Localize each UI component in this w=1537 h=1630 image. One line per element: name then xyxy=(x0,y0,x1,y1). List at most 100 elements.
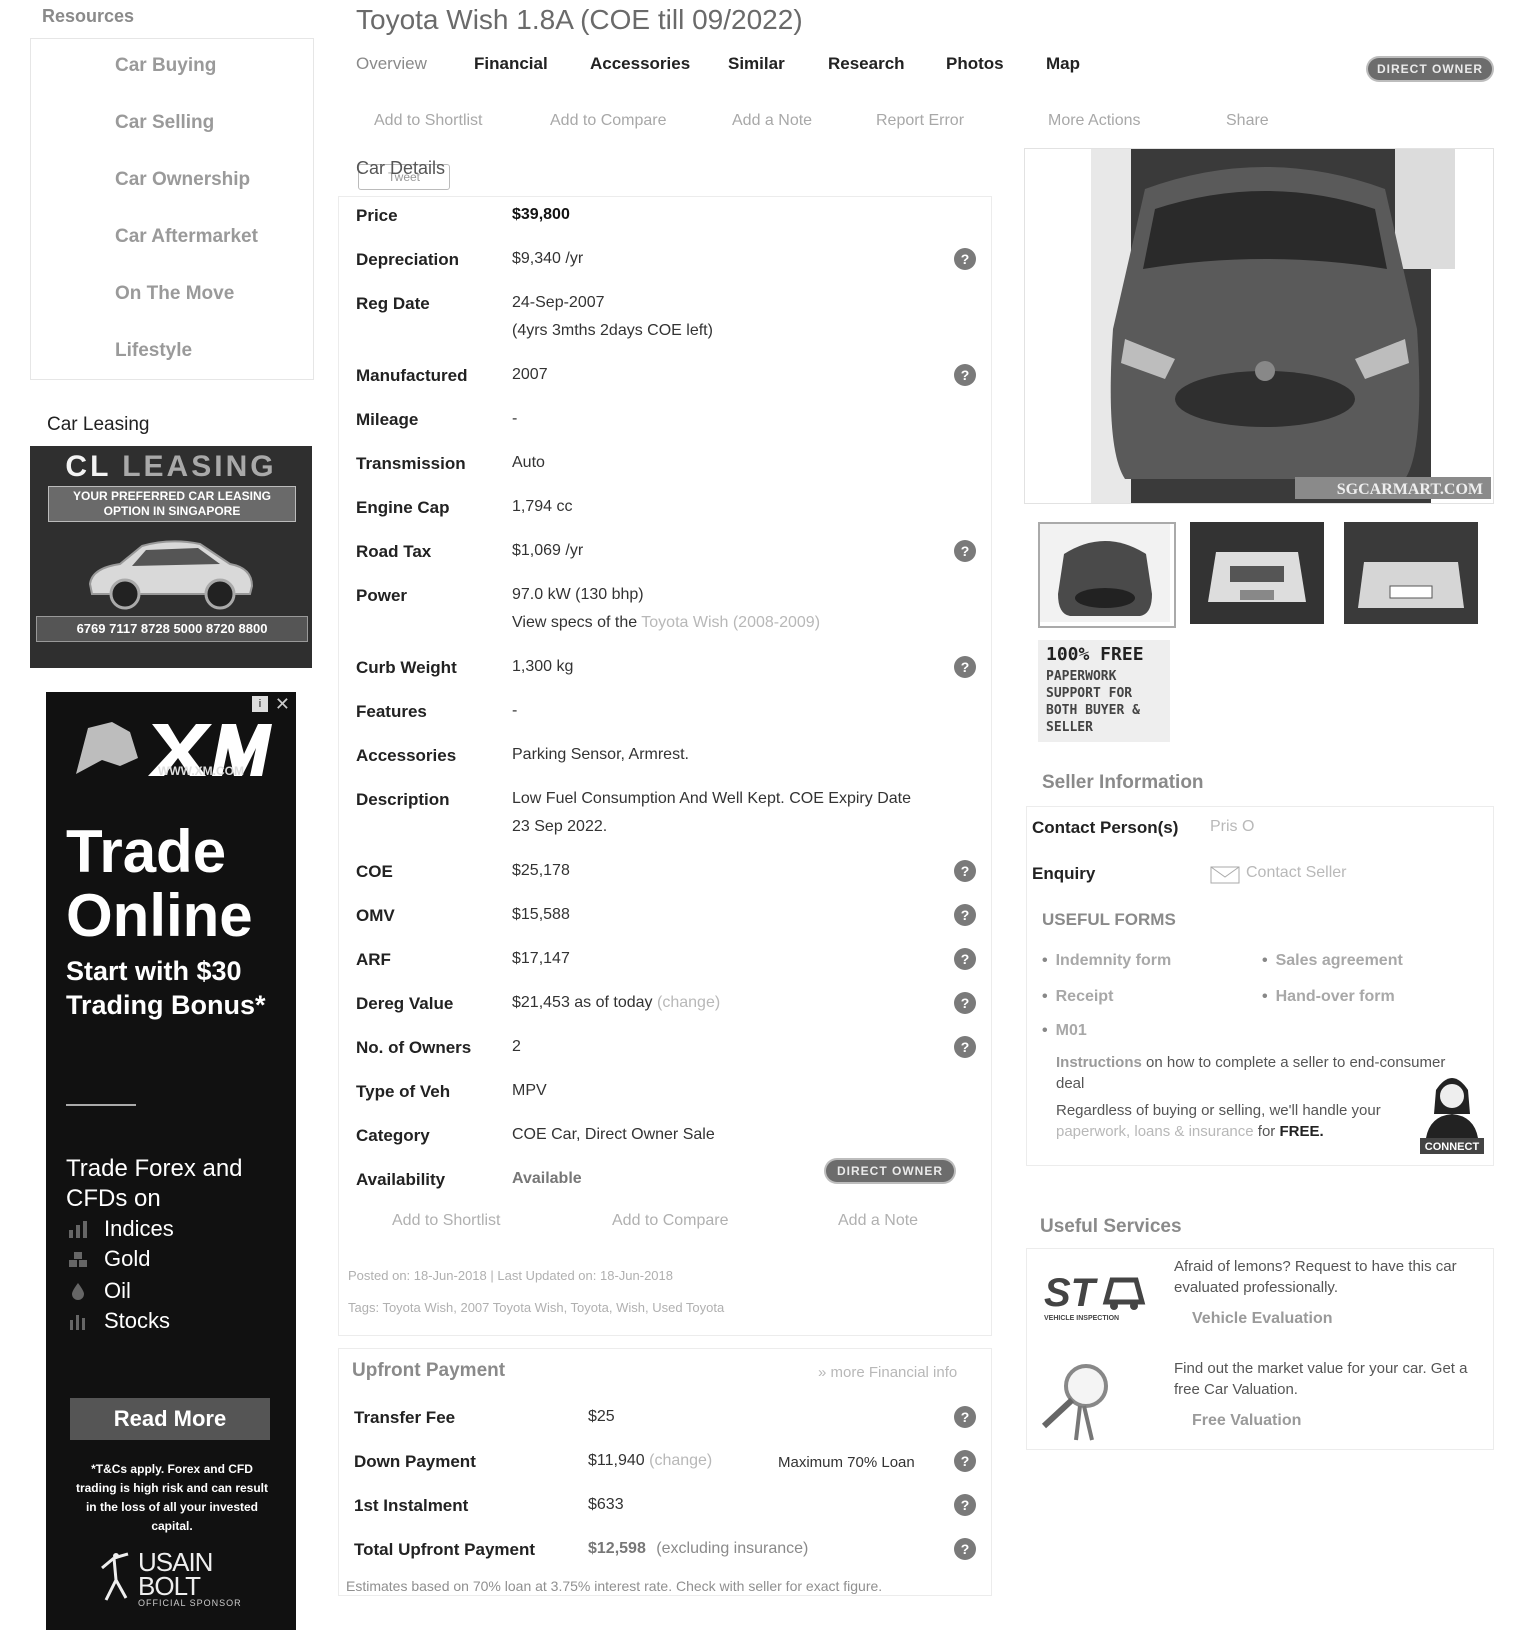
sidebar-item-on-the-move[interactable]: On The Move xyxy=(115,283,234,305)
curb-weight-value: 1,300 kg xyxy=(512,658,574,675)
curb-weight-label: Curb Weight xyxy=(356,658,457,677)
help-icon[interactable]: ? xyxy=(954,1036,976,1058)
omv-label: OMV xyxy=(356,906,395,925)
instructions-link[interactable]: Instructions xyxy=(1056,1054,1142,1071)
add-note-link[interactable]: Add a Note xyxy=(838,1212,918,1230)
cl-leasing-logo: CL LEASING xyxy=(65,450,277,483)
help-icon[interactable]: ? xyxy=(954,364,976,386)
help-icon[interactable]: ? xyxy=(954,904,976,926)
manufactured-label: Manufactured xyxy=(356,366,468,385)
down-payment-label: Down Payment xyxy=(354,1452,476,1471)
hand-over-form-link[interactable]: • Hand-over form xyxy=(1262,988,1395,1006)
total-upfront-value: $12,598 (excluding insurance) xyxy=(588,1540,809,1557)
help-icon[interactable]: ? xyxy=(954,248,976,270)
share-link[interactable]: Share xyxy=(1226,112,1269,130)
tab-research[interactable]: Research xyxy=(828,54,905,74)
paperwork-promo-text: Regardless of buying or selling, we'll h… xyxy=(1056,1102,1381,1140)
agent-avatar[interactable]: CONNECT xyxy=(1416,1068,1488,1156)
sidebar-item-car-ownership[interactable]: Car Ownership xyxy=(115,169,250,191)
sales-agreement-link[interactable]: • Sales agreement xyxy=(1262,952,1403,970)
vehicle-evaluation-link[interactable]: Vehicle Evaluation xyxy=(1192,1310,1333,1328)
description-value: Low Fuel Consumption And Well Kept. COE … xyxy=(512,790,911,807)
contact-seller-link[interactable]: Contact Seller xyxy=(1246,864,1347,882)
contact-person-value: Pris O xyxy=(1210,818,1255,835)
more-actions-link[interactable]: More Actions xyxy=(1048,112,1140,130)
free-valuation-link[interactable]: Free Valuation xyxy=(1192,1412,1301,1430)
evaluation-description: Afraid of lemons? Request to have this c… xyxy=(1174,1258,1457,1296)
availability-value: Available xyxy=(512,1170,582,1187)
owners-label: No. of Owners xyxy=(356,1038,472,1057)
xm-disclaimer: *T&Cs apply. Forex and CFD trading is hi… xyxy=(75,1462,269,1533)
xm-trading-ad[interactable]: i ✕ WWW.XM.COM Trade Online Start with $… xyxy=(46,692,296,1630)
sidebar-item-car-buying[interactable]: Car Buying xyxy=(115,55,216,77)
transmission-value: Auto xyxy=(512,454,545,471)
description-label: Description xyxy=(356,790,450,809)
sta-inspection-logo: ST VEHICLE INSPECTION xyxy=(1042,1268,1148,1322)
enquiry-label: Enquiry xyxy=(1032,864,1096,883)
engine-cap-value: 1,794 cc xyxy=(512,498,573,515)
receipt-link[interactable]: • Receipt xyxy=(1042,988,1113,1006)
help-icon[interactable]: ? xyxy=(954,1538,976,1560)
down-payment-change-link[interactable]: (change) xyxy=(649,1452,712,1469)
usain-bolt-pose-icon xyxy=(101,1552,129,1601)
tab-photos[interactable]: Photos xyxy=(946,54,1004,74)
indemnity-form-link[interactable]: • Indemnity form xyxy=(1042,952,1171,970)
paperwork-loans-insurance-link[interactable]: paperwork, loans & insurance xyxy=(1056,1123,1254,1140)
sidebar-item-lifestyle[interactable]: Lifestyle xyxy=(115,340,192,362)
m01-link[interactable]: • M01 xyxy=(1042,1022,1087,1040)
toyota-wish-specs-link[interactable]: Toyota Wish (2008-2009) xyxy=(641,614,820,631)
help-icon[interactable]: ? xyxy=(954,540,976,562)
help-icon[interactable]: ? xyxy=(954,656,976,678)
free-paperwork-badge[interactable]: 100% FREE PAPERWORK SUPPORT FOR BOTH BUY… xyxy=(1038,640,1170,742)
stocks-icon xyxy=(70,1315,85,1330)
sidebar-item-car-aftermarket[interactable]: Car Aftermarket xyxy=(115,226,258,248)
sidebar-item-car-selling[interactable]: Car Selling xyxy=(115,112,214,134)
official-sponsor-text: OFFICIAL SPONSOR xyxy=(138,1598,242,1608)
read-more-button[interactable]: Read More xyxy=(70,1398,270,1440)
tab-similar[interactable]: Similar xyxy=(728,54,785,74)
help-icon[interactable]: ? xyxy=(954,1406,976,1428)
more-financial-info-link[interactable]: » more Financial info xyxy=(818,1364,957,1381)
features-value: - xyxy=(512,702,518,719)
help-icon[interactable]: ? xyxy=(954,1494,976,1516)
main-car-photo[interactable]: SGCARMART.COM xyxy=(1024,148,1494,504)
add-to-shortlist-link[interactable]: Add to Shortlist xyxy=(374,112,483,130)
vehicle-type-link[interactable]: MPV xyxy=(512,1082,547,1100)
direct-owner-badge: DIRECT OWNER xyxy=(826,1160,954,1182)
close-icon[interactable]: ✕ xyxy=(275,694,290,715)
add-to-compare-link[interactable]: Add to Compare xyxy=(550,112,667,130)
market-gold: Gold xyxy=(104,1246,151,1271)
help-icon[interactable]: ? xyxy=(954,1450,976,1472)
category-link[interactable]: COE Car, Direct Owner Sale xyxy=(512,1126,715,1144)
useful-forms-heading: USEFUL FORMS xyxy=(1042,910,1176,929)
tab-financial[interactable]: Financial xyxy=(474,54,548,74)
help-icon[interactable]: ? xyxy=(954,860,976,882)
usain-bolt-logo: USAIN BOLT xyxy=(138,1547,213,1601)
photo-thumbnail-3[interactable] xyxy=(1344,522,1478,624)
car-details-heading: Car Details xyxy=(356,158,446,178)
photo-thumbnail-2[interactable] xyxy=(1190,522,1324,624)
accessories-value: Parking Sensor, Armrest. xyxy=(512,746,689,763)
tab-accessories[interactable]: Accessories xyxy=(590,54,690,74)
upfront-payment-heading: Upfront Payment xyxy=(352,1360,506,1381)
dereg-change-link[interactable]: (change) xyxy=(657,994,720,1011)
help-icon[interactable]: ? xyxy=(954,992,976,1014)
adchoices-icon[interactable]: i xyxy=(252,696,268,712)
tab-map[interactable]: Map xyxy=(1046,54,1080,74)
report-error-link[interactable]: Report Error xyxy=(876,112,964,130)
down-payment-value: $11,940 (change) xyxy=(588,1452,713,1469)
seller-info-heading: Seller Information xyxy=(1042,772,1204,793)
page-title: Toyota Wish 1.8A (COE till 09/2022) xyxy=(356,4,803,35)
add-to-shortlist-link[interactable]: Add to Shortlist xyxy=(392,1212,501,1230)
car-photo-image: SGCARMART.COM xyxy=(1091,149,1491,503)
photo-thumbnail-1[interactable] xyxy=(1038,522,1176,628)
tab-overview[interactable]: Overview xyxy=(356,54,427,74)
reg-date-label: Reg Date xyxy=(356,294,430,313)
useful-services-heading: Useful Services xyxy=(1040,1216,1182,1237)
magnifier-icon xyxy=(1036,1360,1116,1444)
help-icon[interactable]: ? xyxy=(954,948,976,970)
car-front-thumbnail xyxy=(1040,524,1170,622)
add-to-compare-link[interactable]: Add to Compare xyxy=(612,1212,729,1230)
car-leasing-ad[interactable]: CL LEASING YOUR PREFERRED CAR LEASING OP… xyxy=(30,446,312,668)
add-note-link[interactable]: Add a Note xyxy=(732,112,812,130)
